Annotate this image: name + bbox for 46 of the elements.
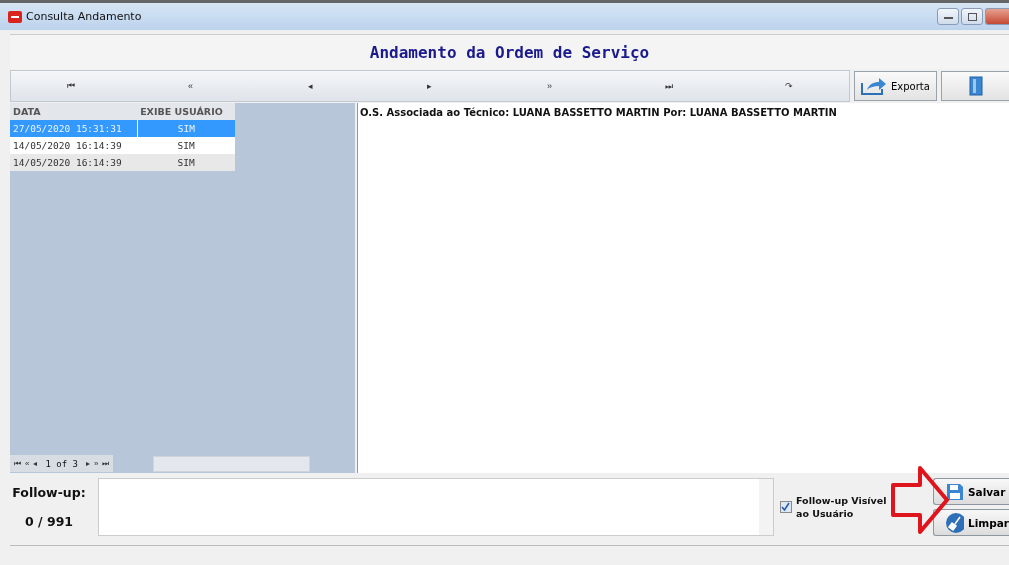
pager-button[interactable]: «	[23, 459, 32, 468]
export-arrow-icon	[861, 77, 887, 95]
pager-button[interactable]: ⏮	[12, 458, 23, 469]
nav-button[interactable]: ⏭	[609, 71, 729, 101]
pager-button[interactable]: ⏭	[100, 458, 112, 469]
minimize-button[interactable]	[937, 8, 959, 25]
visible-cell: SIM	[137, 154, 235, 171]
detail-text: O.S. Associada ao Técnico: LUANA BASSETTO MARTIN Por: LUANA BASSETTO MARTIN	[360, 107, 838, 118]
grid-row[interactable]: 14/05/2020 16:14:39 SIM	[10, 154, 235, 171]
follow-up-label: Follow-up:	[12, 485, 86, 500]
pager-button[interactable]: ▸	[83, 459, 92, 468]
date-cell: 14/05/2020 16:14:39	[10, 154, 138, 171]
export-button[interactable]: Exporta	[853, 71, 938, 101]
nav-button[interactable]: «	[130, 71, 251, 101]
column-header[interactable]: DATA	[10, 103, 138, 120]
visible-cell: SIM	[137, 120, 235, 137]
nav-button[interactable]: ◂	[250, 71, 370, 101]
window-title: Consulta Andamento	[26, 10, 142, 23]
visible-cell: SIM	[137, 137, 235, 154]
clear-button[interactable]: Limpar	[933, 509, 1009, 536]
app-logo-icon	[8, 10, 22, 23]
exit-button[interactable]	[941, 71, 1009, 101]
date-cell: 14/05/2020 16:14:39	[10, 137, 138, 154]
nav-button[interactable]: ⏮	[11, 71, 131, 101]
nav-button[interactable]: »	[489, 71, 610, 101]
maximize-icon	[967, 12, 977, 21]
checkbox-label: Follow-up Visível ao Usuário	[796, 494, 888, 520]
horizontal-scrollbar[interactable]	[153, 455, 311, 472]
door-icon	[968, 76, 983, 96]
checkbox[interactable]	[780, 501, 792, 513]
pager-button[interactable]: ◂	[31, 459, 40, 468]
date-cell: 27/05/2020 15:31:31	[10, 120, 138, 137]
follow-up-field[interactable]	[98, 478, 774, 536]
nav-button[interactable]: ↷	[728, 71, 849, 101]
broom-icon	[946, 512, 964, 533]
form-title: Andamento da Ordem de Serviço	[369, 42, 650, 62]
pager-button[interactable]: »	[91, 459, 101, 468]
annotation-arrow	[890, 465, 950, 535]
character-counter: 0 / 991	[24, 514, 74, 529]
column-header[interactable]: EXIBE USUÁRIO	[137, 103, 235, 120]
page-position: 1 of 3	[44, 458, 79, 469]
save-button[interactable]: Salvar	[933, 478, 1009, 505]
grid-row[interactable]: 14/05/2020 16:14:39 SIM	[10, 137, 235, 154]
nav-button[interactable]: ▸	[369, 71, 490, 101]
vertical-scrollbar[interactable]	[759, 479, 773, 535]
maximize-button[interactable]	[961, 8, 983, 25]
